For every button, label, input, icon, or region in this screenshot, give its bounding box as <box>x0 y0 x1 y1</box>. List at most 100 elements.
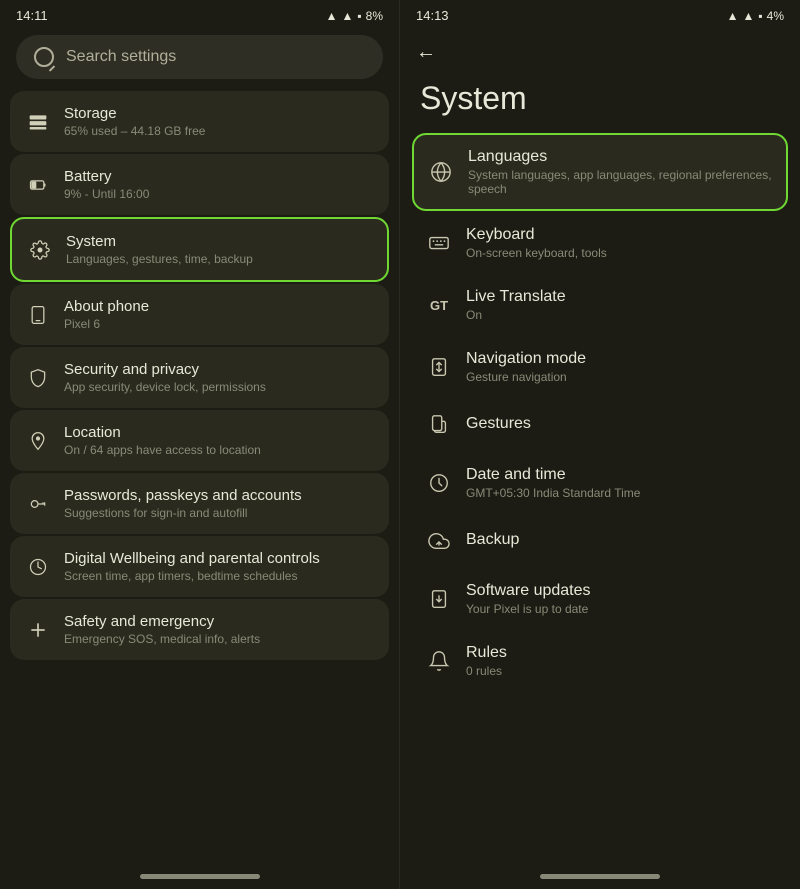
settings-item-about[interactable]: About phone Pixel 6 <box>10 284 389 345</box>
navigation-icon <box>426 354 452 380</box>
system-item-navigation[interactable]: Navigation mode Gesture navigation <box>412 337 788 397</box>
passwords-subtitle: Suggestions for sign-in and autofill <box>64 506 302 520</box>
software-text: Software updates Your Pixel is up to dat… <box>466 582 591 616</box>
location-subtitle: On / 64 apps have access to location <box>64 443 261 457</box>
safety-subtitle: Emergency SOS, medical info, alerts <box>64 632 260 646</box>
safety-text: Safety and emergency Emergency SOS, medi… <box>64 613 260 646</box>
keyboard-subtitle: On-screen keyboard, tools <box>466 246 607 260</box>
passwords-text: Passwords, passkeys and accounts Suggest… <box>64 487 302 520</box>
passwords-title: Passwords, passkeys and accounts <box>64 487 302 504</box>
languages-subtitle: System languages, app languages, regiona… <box>468 168 772 196</box>
datetime-text: Date and time GMT+05:30 India Standard T… <box>466 466 640 500</box>
settings-item-system[interactable]: System Languages, gestures, time, backup <box>10 217 389 282</box>
navigation-subtitle: Gesture navigation <box>466 370 586 384</box>
rules-text: Rules 0 rules <box>466 644 507 678</box>
settings-item-storage[interactable]: Storage 65% used – 44.18 GB free <box>10 91 389 152</box>
system-item-gestures[interactable]: Gestures <box>412 399 788 451</box>
storage-text: Storage 65% used – 44.18 GB free <box>64 105 205 138</box>
about-title: About phone <box>64 298 149 315</box>
left-status-icons: ▲ ▲ ▪ 8% <box>326 9 383 23</box>
back-button[interactable]: ← <box>416 37 444 68</box>
backup-icon <box>426 528 452 554</box>
software-subtitle: Your Pixel is up to date <box>466 602 591 616</box>
passwords-icon <box>26 492 50 516</box>
storage-subtitle: 65% used – 44.18 GB free <box>64 124 205 138</box>
left-time: 14:11 <box>16 8 48 23</box>
right-status-bar: 14:13 ▲ ▲ ▪ 4% <box>400 0 800 27</box>
battery-icon: ▪ <box>357 9 361 23</box>
battery-subtitle: 9% - Until 16:00 <box>64 187 149 201</box>
live-translate-icon: GT <box>426 292 452 318</box>
system-item-software[interactable]: Software updates Your Pixel is up to dat… <box>412 569 788 629</box>
right-battery-pct: 4% <box>767 9 784 23</box>
security-title: Security and privacy <box>64 361 266 378</box>
system-item-datetime[interactable]: Date and time GMT+05:30 India Standard T… <box>412 453 788 513</box>
navigation-text: Navigation mode Gesture navigation <box>466 350 586 384</box>
wellbeing-icon <box>26 555 50 579</box>
location-title: Location <box>64 424 261 441</box>
battery-text: Battery 9% - Until 16:00 <box>64 168 149 201</box>
languages-title: Languages <box>468 148 772 166</box>
software-icon <box>426 586 452 612</box>
safety-icon <box>26 618 50 642</box>
keyboard-text: Keyboard On-screen keyboard, tools <box>466 226 607 260</box>
signal-icon: ▲ <box>326 9 338 23</box>
right-battery-icon: ▪ <box>758 9 762 23</box>
right-nav-pill <box>540 874 660 879</box>
left-nav-pill <box>140 874 260 879</box>
system-item-backup[interactable]: Backup <box>412 515 788 567</box>
battery-title: Battery <box>64 168 149 185</box>
languages-text: Languages System languages, app language… <box>468 148 772 196</box>
wellbeing-subtitle: Screen time, app timers, bedtime schedul… <box>64 569 320 583</box>
about-text: About phone Pixel 6 <box>64 298 149 331</box>
left-status-bar: 14:11 ▲ ▲ ▪ 8% <box>0 0 399 27</box>
security-subtitle: App security, device lock, permissions <box>64 380 266 394</box>
rules-title: Rules <box>466 644 507 662</box>
rules-subtitle: 0 rules <box>466 664 507 678</box>
about-subtitle: Pixel 6 <box>64 317 149 331</box>
keyboard-title: Keyboard <box>466 226 607 244</box>
backup-text: Backup <box>466 531 519 551</box>
settings-item-passwords[interactable]: Passwords, passkeys and accounts Suggest… <box>10 473 389 534</box>
backup-title: Backup <box>466 531 519 549</box>
live-translate-text: Live Translate On <box>466 288 566 322</box>
wifi-icon: ▲ <box>342 9 354 23</box>
languages-icon <box>428 159 454 185</box>
search-bar[interactable]: Search settings <box>16 35 383 79</box>
system-item-keyboard[interactable]: Keyboard On-screen keyboard, tools <box>412 213 788 273</box>
right-panel: 14:13 ▲ ▲ ▪ 4% ← System Languages System… <box>400 0 800 889</box>
security-text: Security and privacy App security, devic… <box>64 361 266 394</box>
system-items-list: Languages System languages, app language… <box>400 133 800 691</box>
settings-item-battery[interactable]: Battery 9% - Until 16:00 <box>10 154 389 215</box>
location-icon <box>26 429 50 453</box>
right-signal-icon: ▲ <box>727 9 739 23</box>
system-subtitle: Languages, gestures, time, backup <box>66 252 253 266</box>
system-item-languages[interactable]: Languages System languages, app language… <box>412 133 788 211</box>
right-time: 14:13 <box>416 8 449 23</box>
security-icon <box>26 366 50 390</box>
battery-item-icon <box>26 173 50 197</box>
wellbeing-title: Digital Wellbeing and parental controls <box>64 550 320 567</box>
storage-icon <box>26 110 50 134</box>
storage-title: Storage <box>64 105 205 122</box>
keyboard-icon <box>426 230 452 256</box>
gestures-title: Gestures <box>466 415 531 433</box>
datetime-icon <box>426 470 452 496</box>
left-bottom-bar <box>0 864 399 889</box>
right-status-icons: ▲ ▲ ▪ 4% <box>727 9 784 23</box>
search-icon <box>34 47 54 67</box>
settings-item-wellbeing[interactable]: Digital Wellbeing and parental controls … <box>10 536 389 597</box>
right-wifi-icon: ▲ <box>743 9 755 23</box>
system-item-live-translate[interactable]: GT Live Translate On <box>412 275 788 335</box>
system-title: System <box>66 233 253 250</box>
system-item-rules[interactable]: Rules 0 rules <box>412 631 788 691</box>
search-placeholder: Search settings <box>66 48 176 66</box>
system-text: System Languages, gestures, time, backup <box>66 233 253 266</box>
right-top-bar: ← <box>400 27 800 72</box>
settings-item-location[interactable]: Location On / 64 apps have access to loc… <box>10 410 389 471</box>
settings-item-security[interactable]: Security and privacy App security, devic… <box>10 347 389 408</box>
location-text: Location On / 64 apps have access to loc… <box>64 424 261 457</box>
settings-list: Storage 65% used – 44.18 GB free Battery… <box>0 91 399 660</box>
settings-item-safety[interactable]: Safety and emergency Emergency SOS, medi… <box>10 599 389 660</box>
system-page-title: System <box>400 72 800 133</box>
